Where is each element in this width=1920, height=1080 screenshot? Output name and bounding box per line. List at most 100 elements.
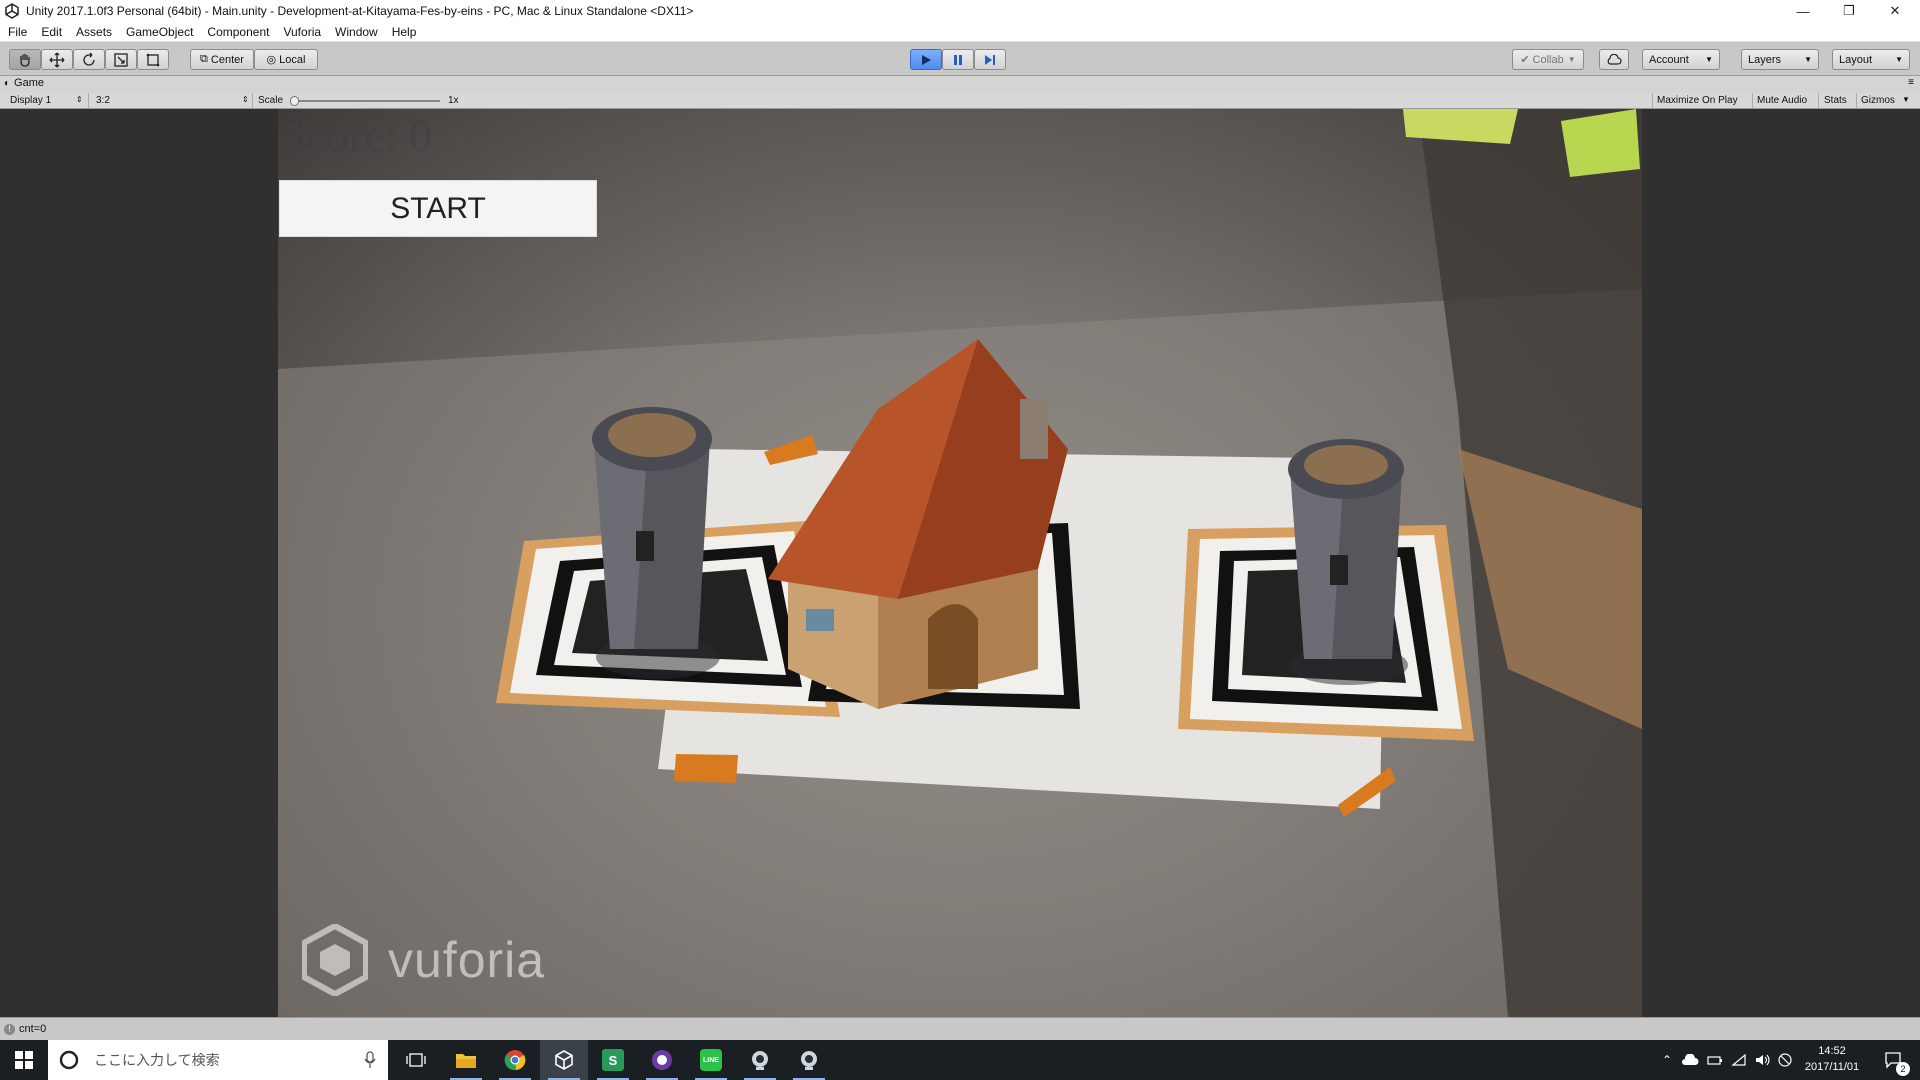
cloud-button[interactable] — [1599, 49, 1629, 70]
collab-label: Collab — [1532, 53, 1564, 66]
game-tab[interactable]: ◐ Game — [4, 77, 44, 89]
menu-edit[interactable]: Edit — [33, 25, 68, 39]
chevron-down-icon: ▼ — [1902, 95, 1910, 104]
action-center-button[interactable]: 2 — [1874, 1040, 1914, 1080]
app-webcam-1[interactable] — [736, 1040, 784, 1080]
chrome-icon — [504, 1050, 526, 1071]
task-view-button[interactable] — [392, 1040, 440, 1080]
microphone-icon[interactable] — [364, 1051, 376, 1069]
blocked-icon — [1778, 1053, 1792, 1067]
taskbar-clock[interactable]: 14:52 2017/11/01 — [1796, 1043, 1868, 1075]
start-button[interactable]: START — [279, 180, 597, 237]
start-menu-button[interactable] — [0, 1040, 48, 1080]
scale-tool-button[interactable] — [105, 49, 137, 70]
main-toolbar: ⧉ Center ◎ Local ✔ Collab ▼ Account ▼ Layers ▼… — [0, 42, 1920, 76]
line-icon: LINE — [700, 1049, 722, 1071]
info-icon: ! — [4, 1023, 15, 1035]
app-purple-circle[interactable] — [638, 1040, 686, 1080]
move-tool-button[interactable] — [41, 49, 73, 70]
menu-gameobject[interactable]: GameObject — [118, 25, 199, 39]
show-hidden-icons-button[interactable]: ⌃ — [1658, 1040, 1676, 1080]
stats-toggle[interactable]: Stats — [1824, 95, 1847, 106]
collab-dropdown[interactable]: ✔ Collab ▼ — [1512, 49, 1584, 70]
local-icon: ◎ — [266, 54, 277, 66]
layout-label: Layout — [1839, 53, 1873, 66]
close-button[interactable]: ✕ — [1872, 0, 1918, 22]
battery-tray[interactable] — [1704, 1040, 1726, 1080]
game-tab-icon: ◐ — [4, 77, 11, 89]
layers-dropdown[interactable]: Layers ▼ — [1741, 49, 1819, 70]
play-button[interactable] — [910, 49, 942, 70]
console-status-bar[interactable]: ! cnt=0 — [0, 1017, 1920, 1040]
scale-slider-thumb[interactable] — [290, 96, 299, 106]
display-dropdown[interactable]: Display 1 — [10, 95, 51, 106]
rect-transform-icon — [146, 53, 160, 66]
separator — [1752, 93, 1753, 109]
title-bar: Unity 2017.1.0f3 Personal (64bit) - Main… — [0, 0, 1920, 22]
chevron-updown-icon: ⇕ — [76, 95, 83, 104]
camera-app-icon — [752, 1051, 768, 1070]
taskbar-search-box[interactable]: ここに入力して検索 — [48, 1040, 388, 1080]
volume-tray[interactable] — [1752, 1040, 1774, 1080]
chevron-down-icon: ▼ — [1895, 55, 1903, 64]
account-dropdown[interactable]: Account ▼ — [1642, 49, 1720, 70]
unity-icon — [555, 1050, 573, 1070]
cloud-icon — [1607, 53, 1622, 65]
layout-dropdown[interactable]: Layout ▼ — [1832, 49, 1910, 70]
separator — [252, 93, 253, 109]
scale-label: Scale — [258, 95, 284, 106]
step-button[interactable] — [974, 49, 1006, 70]
hand-tool-button[interactable] — [9, 49, 41, 70]
rect-tool-button[interactable] — [137, 49, 169, 70]
purple-app-icon — [652, 1050, 672, 1070]
restore-button[interactable]: ❐ — [1826, 0, 1872, 22]
pivot-local-button[interactable]: ◎ Local — [254, 49, 318, 70]
status-message: cnt=0 — [19, 1023, 47, 1035]
vuforia-wordmark: vuforia — [388, 932, 546, 988]
chrome-app[interactable] — [491, 1040, 539, 1080]
ar-camera-scene[interactable]: Score: 0 START vuforia — [278, 109, 1642, 1017]
menu-help[interactable]: Help — [384, 25, 423, 39]
unity-app[interactable] — [540, 1040, 588, 1080]
pivot-label: Center — [210, 53, 244, 66]
move-icon — [49, 52, 65, 67]
aspect-dropdown[interactable]: 3:2 — [96, 95, 110, 106]
menu-assets[interactable]: Assets — [68, 25, 118, 39]
scale-icon — [114, 52, 128, 67]
minimize-button[interactable]: — — [1780, 0, 1826, 22]
line-app[interactable]: LINE — [687, 1040, 735, 1080]
rotate-icon — [83, 52, 95, 66]
chevron-down-icon: ▼ — [1567, 55, 1576, 64]
mute-audio-toggle[interactable]: Mute Audio — [1757, 95, 1807, 106]
gizmos-dropdown[interactable]: Gizmos — [1861, 95, 1895, 106]
rotate-tool-button[interactable] — [73, 49, 105, 70]
cortana-icon — [59, 1050, 79, 1070]
step-icon — [985, 54, 995, 65]
file-explorer-app[interactable] — [442, 1040, 490, 1080]
menu-vuforia[interactable]: Vuforia — [275, 25, 327, 39]
play-icon — [922, 54, 931, 65]
separator — [1652, 93, 1653, 109]
camera-app-icon — [801, 1051, 817, 1070]
tab-menu-icon[interactable]: ≡ — [1908, 77, 1914, 88]
pivot-center-button[interactable]: ⧉ Center — [190, 49, 254, 70]
app-webcam-2[interactable] — [785, 1040, 833, 1080]
game-view-bar: Display 1 ⇕ 3:2 ⇕ Scale 1x Maximize On P… — [0, 93, 1920, 109]
chevron-updown-icon: ⇕ — [242, 95, 249, 104]
menu-file[interactable]: File — [0, 25, 33, 39]
pause-button[interactable] — [942, 49, 974, 70]
maximize-on-play-toggle[interactable]: Maximize On Play — [1657, 95, 1738, 106]
menu-window[interactable]: Window — [327, 25, 384, 39]
onedrive-tray[interactable] — [1678, 1040, 1702, 1080]
cloud-icon — [1682, 1054, 1699, 1065]
folder-icon — [456, 1054, 476, 1068]
scale-slider-track[interactable] — [292, 100, 440, 102]
app-s-green[interactable]: S — [589, 1040, 637, 1080]
ime-tray[interactable] — [1776, 1040, 1794, 1080]
game-tab-label: Game — [14, 77, 45, 89]
vuforia-watermark: vuforia — [302, 924, 545, 996]
network-tray[interactable] — [1728, 1040, 1750, 1080]
menu-component[interactable]: Component — [199, 25, 275, 39]
chevron-down-icon: ▼ — [1705, 55, 1713, 64]
search-placeholder: ここに入力して検索 — [94, 1052, 220, 1068]
